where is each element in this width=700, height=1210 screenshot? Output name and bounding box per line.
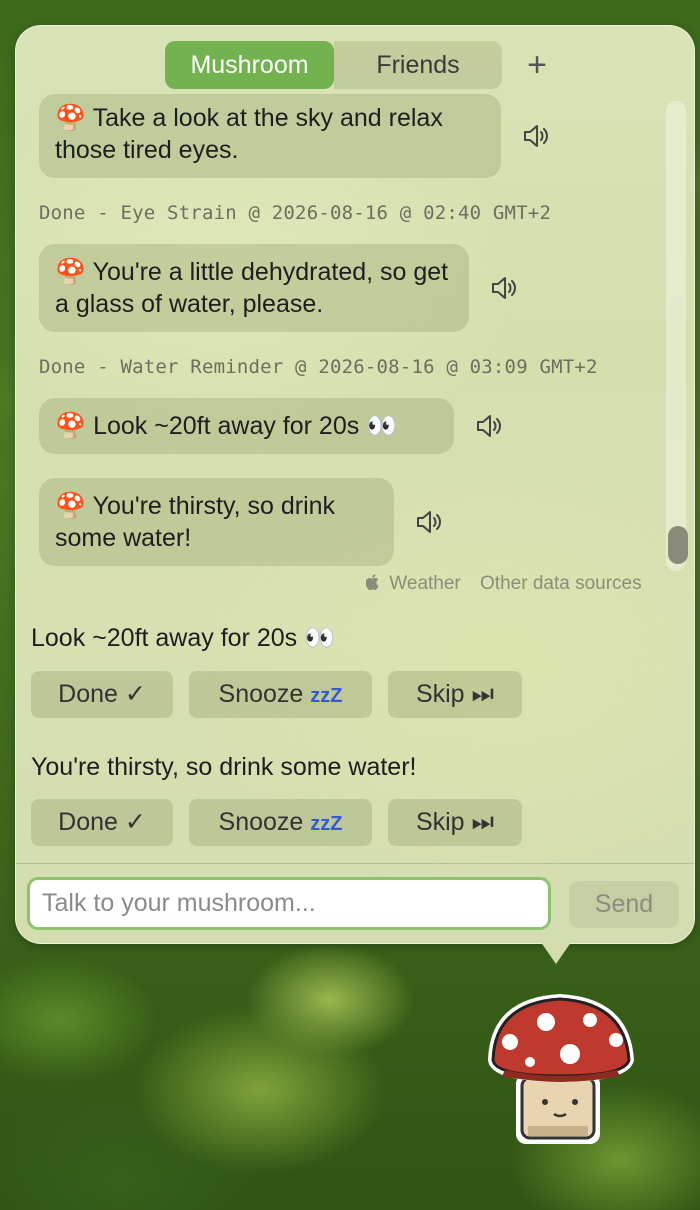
message-bubble: 🍄 You're a little dehydrated, so get a g… (39, 244, 469, 332)
mushroom-mascot-icon[interactable] (480, 990, 640, 1150)
speaker-icon[interactable] (474, 411, 504, 441)
message-text: You're a little dehydrated, so get a gla… (55, 258, 449, 318)
speaker-icon[interactable] (521, 121, 551, 151)
zzz-icon: zzZ (310, 813, 343, 835)
done-button[interactable]: Done ✓ (31, 671, 173, 718)
message-bubble: 🍄 Take a look at the sky and relax those… (39, 94, 501, 178)
speaker-icon[interactable] (414, 507, 444, 537)
panel-pointer (538, 938, 574, 964)
chat-input-wrapper (27, 877, 551, 930)
message-row: 🍄 Look ~20ft away for 20s 👀 (39, 398, 504, 454)
apple-logo-icon (365, 574, 379, 590)
snooze-button[interactable]: Snooze zzZ (189, 799, 372, 846)
message-row: 🍄 Take a look at the sky and relax those… (39, 94, 551, 178)
chat-input[interactable] (30, 880, 548, 927)
data-attribution: Weather Other data sources (365, 573, 656, 595)
message-bubble: 🍄 You're thirsty, so drink some water! (39, 478, 394, 566)
task-actions: Done ✓ Snooze zzZ Skip ⏭ (31, 799, 538, 846)
tab-bar: Mushroom Friends + (165, 41, 547, 89)
divider (16, 863, 694, 864)
task-title: Look ~20ft away for 20s 👀 (31, 624, 336, 652)
tab-friends[interactable]: Friends (334, 41, 502, 89)
mushroom-emoji: 🍄 (55, 258, 87, 286)
task-title: You're thirsty, so drink some water! (31, 753, 417, 781)
snooze-label: Snooze (218, 808, 304, 836)
snooze-label: Snooze (218, 680, 304, 708)
completion-log: Done - Eye Strain @ 2026-08-16 @ 02:40 G… (39, 202, 552, 224)
skip-button[interactable]: Skip ⏭ (388, 671, 522, 718)
weather-link[interactable]: Weather (389, 573, 460, 594)
snooze-button[interactable]: Snooze zzZ (189, 671, 372, 718)
skip-button[interactable]: Skip ⏭ (388, 799, 522, 846)
add-tab-button[interactable]: + (517, 43, 557, 87)
chat-panel: Mushroom Friends + 🍄 Take a look at the … (15, 25, 695, 944)
send-button[interactable]: Send (569, 881, 679, 928)
done-button[interactable]: Done ✓ (31, 799, 173, 846)
message-row: 🍄 You're a little dehydrated, so get a g… (39, 244, 519, 332)
zzz-icon: zzZ (310, 685, 343, 707)
message-list[interactable]: 🍄 Take a look at the sky and relax those… (16, 94, 694, 614)
message-row: 🍄 You're thirsty, so drink some water! (39, 478, 444, 566)
tab-mushroom[interactable]: Mushroom (165, 41, 334, 89)
mushroom-emoji: 🍄 (55, 492, 87, 520)
speaker-icon[interactable] (489, 273, 519, 303)
scrollbar-track[interactable] (666, 101, 686, 571)
message-text: Look ~20ft away for 20s 👀 (93, 412, 398, 440)
completion-log: Done - Water Reminder @ 2026-08-16 @ 03:… (39, 356, 598, 378)
scrollbar-thumb[interactable] (668, 526, 688, 564)
other-sources-link[interactable]: Other data sources (480, 573, 642, 594)
mushroom-emoji: 🍄 (55, 104, 87, 132)
message-bubble: 🍄 Look ~20ft away for 20s 👀 (39, 398, 454, 454)
task-actions: Done ✓ Snooze zzZ Skip ⏭ (31, 671, 538, 718)
message-text: You're thirsty, so drink some water! (55, 492, 336, 552)
mushroom-emoji: 🍄 (55, 412, 87, 440)
message-text: Take a look at the sky and relax those t… (55, 104, 443, 164)
